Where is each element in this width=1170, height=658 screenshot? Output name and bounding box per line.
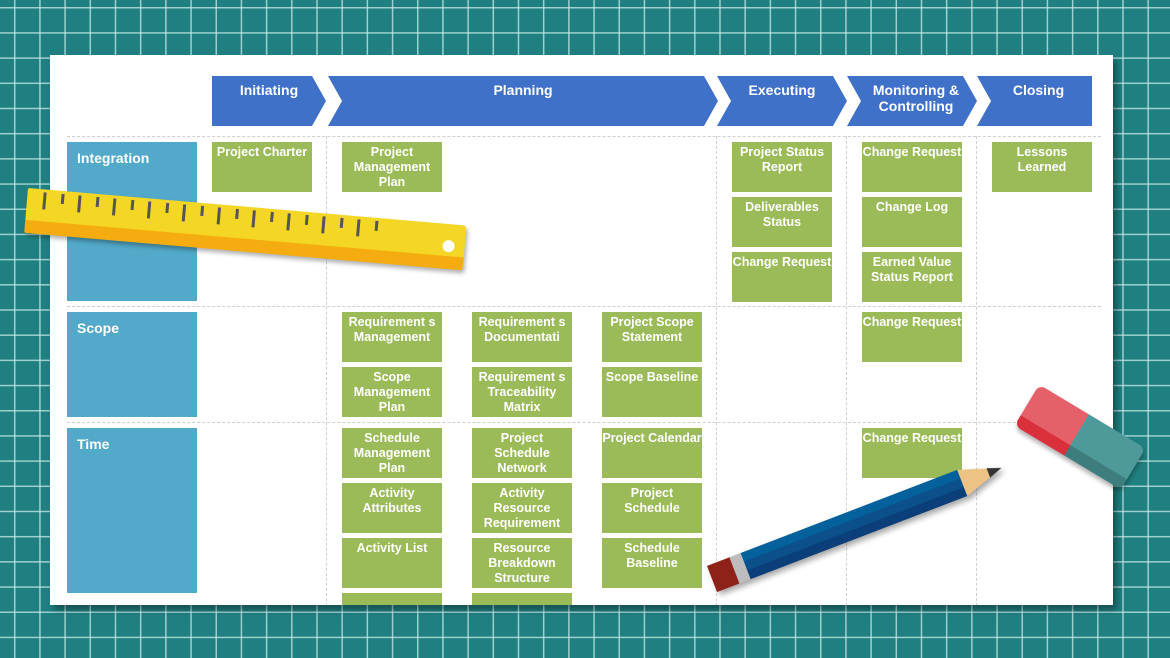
deliverable-box: Change Request [732,252,832,302]
deliverable-box: Change Log [862,197,962,247]
phase-initiating: Initiating [212,76,326,126]
phase-closing: Closing [977,76,1092,126]
deliverable-box: Project Scope Statement [602,312,702,362]
deliverable-box: Activity List [342,538,442,588]
deliverable-box: Requirement s Documentati [472,312,572,362]
column-divider [716,136,717,605]
deliverable-box: Requirement s Management [342,312,442,362]
deliverable-box: Activity Resource Requirement [472,483,572,533]
deliverable-box: Activity Attributes [342,483,442,533]
phase-monitoring-controlling: Monitoring & Controlling [847,76,977,126]
deliverable-box: Requirement s Traceability Matrix [472,367,572,417]
knowledge-area-scope: Scope [67,312,197,417]
row-divider [67,306,1101,307]
deliverable-box: Lessons Learned [992,142,1092,192]
process-group-matrix: Initiating Planning Executing Monitoring… [50,55,1113,605]
deliverable-box: Schedule Baseline [602,538,702,588]
deliverable-box: Project Schedule [602,483,702,533]
deliverable-box: Change Request [862,428,962,478]
phase-executing: Executing [717,76,847,126]
deliverable-box-partial [472,593,572,605]
deliverable-box: Project Management Plan [342,142,442,192]
deliverable-box: Project Charter [212,142,312,192]
deliverable-box: Change Request [862,142,962,192]
deliverable-box: Scope Management Plan [342,367,442,417]
column-divider [976,136,977,605]
deliverable-box: Scope Baseline [602,367,702,417]
row-divider [67,422,1101,423]
deliverable-box: Project Status Report [732,142,832,192]
deliverable-box: Project Calendar [602,428,702,478]
deliverable-box-partial [342,593,442,605]
deliverable-box: Resource Breakdown Structure [472,538,572,588]
deliverable-box: Project Schedule Network [472,428,572,478]
deliverable-box: Schedule Management Plan [342,428,442,478]
deliverable-box: Change Request [862,312,962,362]
deliverable-box: Earned Value Status Report [862,252,962,302]
row-divider [67,136,1101,137]
knowledge-area-time: Time [67,428,197,593]
column-divider [326,136,327,605]
phase-planning: Planning [328,76,718,126]
deliverable-box: Deliverables Status [732,197,832,247]
